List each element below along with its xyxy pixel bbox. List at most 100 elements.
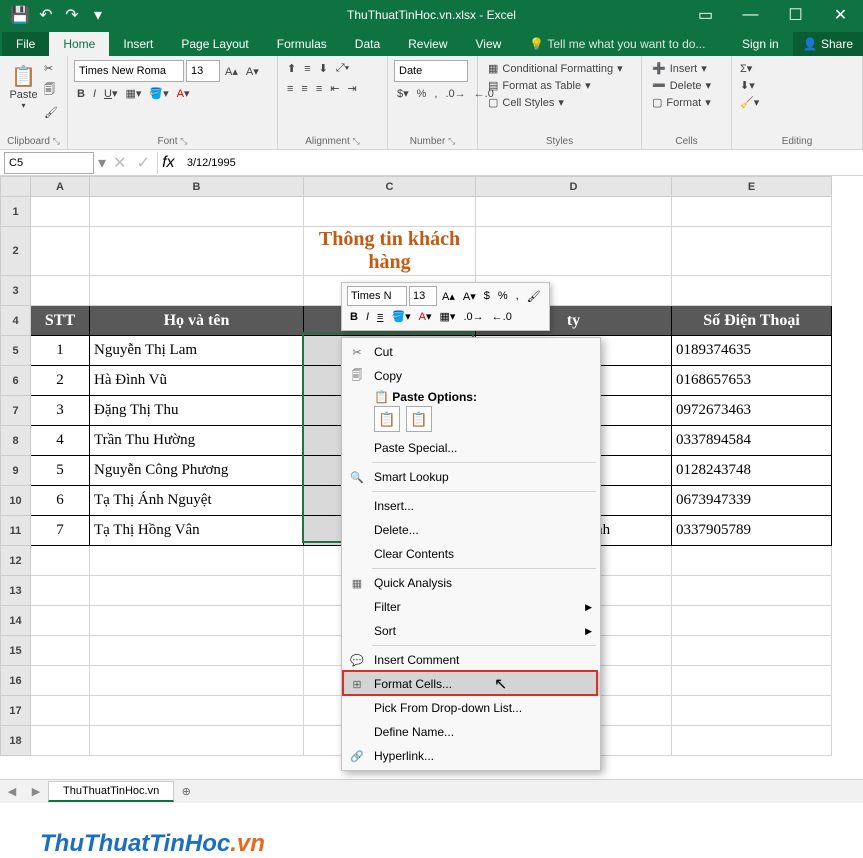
col-header[interactable]: C (304, 177, 476, 197)
italic-button[interactable]: I (90, 86, 99, 102)
format-painter-button[interactable]: 🖌 (41, 104, 61, 121)
name-box[interactable] (4, 152, 94, 174)
percent-icon[interactable]: % (414, 86, 430, 102)
align-middle-icon[interactable]: ≡ (301, 61, 313, 77)
sheet-nav-next-icon[interactable]: ▶ (24, 785, 48, 798)
row-header[interactable]: 5 (1, 336, 31, 366)
cell-E15[interactable] (672, 636, 832, 666)
cell-E11[interactable]: 0337905789 (672, 516, 832, 546)
tab-view[interactable]: View (462, 32, 516, 56)
tab-review[interactable]: Review (394, 32, 461, 56)
mini-shrink-icon[interactable]: A▾ (460, 288, 479, 305)
maximize-icon[interactable]: ☐ (773, 0, 818, 30)
number-launcher-icon[interactable]: ⤡ (448, 136, 455, 146)
insert-cells-button[interactable]: ➕Insert▾ (648, 60, 711, 77)
decrease-font-icon[interactable]: A▾ (243, 63, 262, 80)
fx-icon[interactable]: fx (157, 152, 179, 174)
ctx-paste-special[interactable]: Paste Special... (342, 436, 600, 460)
font-launcher-icon[interactable]: ⤡ (180, 136, 187, 146)
cell-E17[interactable] (672, 696, 832, 726)
cell-E8[interactable]: 0337894584 (672, 426, 832, 456)
cell-E10[interactable]: 0673947339 (672, 486, 832, 516)
sheet-nav-prev-icon[interactable]: ◀ (0, 785, 24, 798)
borders-button[interactable]: ▦▾ (123, 85, 145, 102)
formula-input[interactable] (183, 152, 859, 174)
orientation-icon[interactable]: ⤢▾ (333, 60, 352, 77)
mini-dec-inc-icon[interactable]: .0→ (460, 309, 486, 325)
delete-cells-button[interactable]: ➖Delete▾ (648, 77, 715, 94)
cell-B3[interactable] (90, 276, 304, 306)
fill-color-button[interactable]: 🪣▾ (146, 85, 171, 102)
row-header[interactable]: 18 (1, 726, 31, 756)
mini-size-box[interactable] (409, 286, 437, 306)
cell-A8[interactable]: 4 (31, 426, 90, 456)
cell-A13[interactable] (31, 576, 90, 606)
cell-B18[interactable] (90, 726, 304, 756)
row-header[interactable]: 17 (1, 696, 31, 726)
cell-B6[interactable]: Hà Đình Vũ (90, 366, 304, 396)
comma-icon[interactable]: , (431, 86, 440, 102)
tab-formulas[interactable]: Formulas (263, 32, 341, 56)
cell-B11[interactable]: Tạ Thị Hồng Vân (90, 516, 304, 546)
indent-increase-icon[interactable]: ⇥ (344, 80, 359, 97)
ctx-copy[interactable]: 🗐Copy (342, 364, 600, 388)
cell-E13[interactable] (672, 576, 832, 606)
row-header[interactable]: 3 (1, 276, 31, 306)
format-cells-button[interactable]: ▢Format▾ (648, 94, 715, 111)
clipboard-launcher-icon[interactable]: ⤡ (53, 136, 60, 146)
increase-font-icon[interactable]: A▴ (222, 63, 241, 80)
cell-A17[interactable] (31, 696, 90, 726)
mini-toolbar[interactable]: A▴ A▾ $ % , 🖌 B I ≡ 🪣▾ A▾ ▦▾ .0→ ←.0 (341, 282, 550, 331)
mini-italic-icon[interactable]: I (363, 309, 372, 325)
col-header[interactable]: A (31, 177, 90, 197)
cell-A2[interactable] (31, 227, 90, 276)
format-as-table-button[interactable]: ▤Format as Table▾ (484, 77, 595, 94)
col-header[interactable]: E (672, 177, 832, 197)
copy-button[interactable]: 🗐 (41, 79, 61, 102)
cell-E7[interactable]: 0972673463 (672, 396, 832, 426)
cell-A12[interactable] (31, 546, 90, 576)
cell-B5[interactable]: Nguyễn Thị Lam (90, 336, 304, 366)
underline-button[interactable]: U▾ (101, 85, 120, 102)
cell-C1[interactable] (304, 197, 476, 227)
worksheet[interactable]: ABCDE12Thông tin khách hàng34STTHọ và tê… (0, 176, 863, 779)
cell-A6[interactable]: 2 (31, 366, 90, 396)
row-header[interactable]: 13 (1, 576, 31, 606)
cell-B4[interactable]: Họ và tên (90, 306, 304, 336)
col-header[interactable]: D (476, 177, 672, 197)
increase-decimal-icon[interactable]: .0→ (442, 86, 468, 102)
ctx-filter[interactable]: Filter▶ (342, 595, 600, 619)
row-header[interactable]: 1 (1, 197, 31, 227)
row-header[interactable]: 9 (1, 456, 31, 486)
align-bottom-icon[interactable]: ⬇ (316, 60, 331, 77)
cell-E4[interactable]: Số Điện Thoại (672, 306, 832, 336)
undo-icon[interactable]: ↶ (34, 3, 58, 27)
mini-percent-icon[interactable]: % (495, 288, 511, 304)
row-header[interactable]: 12 (1, 546, 31, 576)
mini-font-box[interactable] (347, 286, 407, 306)
ctx-pick-list[interactable]: Pick From Drop-down List... (342, 696, 600, 720)
mini-painter-icon[interactable]: 🖌 (524, 288, 544, 305)
cell-B14[interactable] (90, 606, 304, 636)
alignment-launcher-icon[interactable]: ⤡ (353, 136, 360, 146)
signin-link[interactable]: Sign in (728, 32, 793, 56)
qat-customize-icon[interactable]: ▾ (86, 3, 110, 27)
cell-A15[interactable] (31, 636, 90, 666)
paste-button[interactable]: 📋Paste▾ (6, 60, 41, 118)
cell-A7[interactable]: 3 (31, 396, 90, 426)
cell-A1[interactable] (31, 197, 90, 227)
cell-E9[interactable]: 0128243748 (672, 456, 832, 486)
cut-button[interactable]: ✂ (41, 60, 61, 77)
row-header[interactable]: 2 (1, 227, 31, 276)
cell-A3[interactable] (31, 276, 90, 306)
cell-A16[interactable] (31, 666, 90, 696)
cell-A18[interactable] (31, 726, 90, 756)
cell-D1[interactable] (476, 197, 672, 227)
col-header[interactable]: B (90, 177, 304, 197)
cell-E6[interactable]: 0168657653 (672, 366, 832, 396)
mini-comma-icon[interactable]: , (513, 288, 522, 304)
cell-B10[interactable]: Tạ Thị Ánh Nguyệt (90, 486, 304, 516)
cell-B13[interactable] (90, 576, 304, 606)
cell-E2[interactable] (672, 227, 832, 276)
mini-accounting-icon[interactable]: $ (481, 288, 493, 304)
